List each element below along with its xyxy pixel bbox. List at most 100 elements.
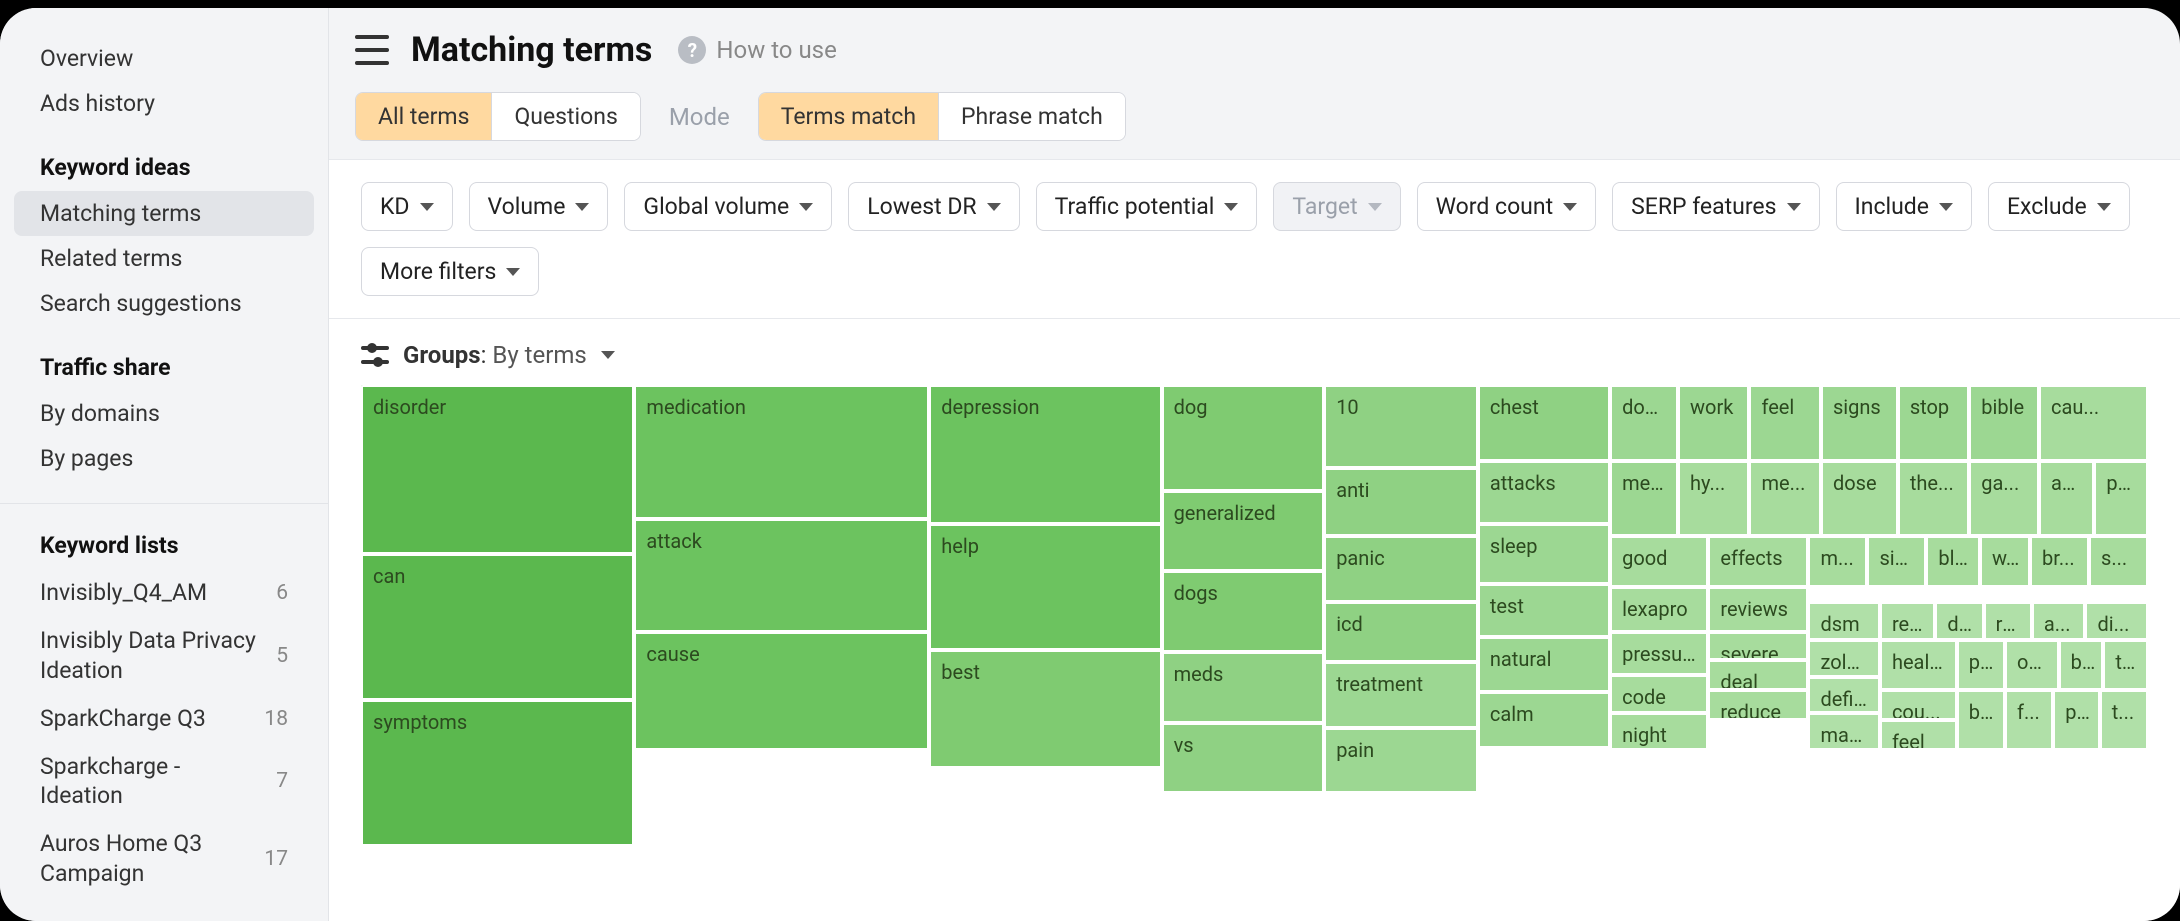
treemap-cell[interactable]: pain	[1324, 728, 1478, 794]
treemap-cell[interactable]: vs	[1162, 723, 1325, 794]
treemap-cell[interactable]: meds	[1162, 652, 1325, 723]
filter-word-count[interactable]: Word count	[1417, 182, 1597, 231]
treemap-cell[interactable]: medication	[634, 385, 929, 519]
treemap-cell[interactable]: symptoms	[361, 700, 634, 846]
treemap-cell[interactable]: lexapro	[1610, 587, 1708, 632]
treemap-cell[interactable]: side	[1867, 536, 1926, 586]
treemap-cell[interactable]: panic	[1324, 536, 1478, 602]
treemap-cell[interactable]: code	[1610, 675, 1708, 713]
treemap-cell[interactable]: w...	[1980, 536, 2030, 586]
treemap-cell[interactable]: b...	[2059, 640, 2104, 690]
how-to-use-link[interactable]: ? How to use	[678, 36, 836, 64]
treemap-cell[interactable]: di...	[1935, 602, 1983, 640]
treemap-cell[interactable]: disorder	[361, 385, 634, 554]
treemap-cell[interactable]: dose	[1821, 461, 1898, 537]
tab-questions[interactable]: Questions	[492, 93, 639, 140]
sidebar-item-by-pages[interactable]: By pages	[0, 436, 328, 481]
treemap-cell[interactable]: defi...	[1808, 677, 1879, 712]
keyword-list-item[interactable]: Auros Home Q3 Campaign 17	[0, 820, 328, 898]
treemap-cell[interactable]: dog	[1162, 385, 1325, 491]
treemap-cell[interactable]: m...	[1808, 536, 1867, 586]
treemap-cell[interactable]: reviews	[1708, 587, 1808, 632]
filter-volume[interactable]: Volume	[469, 182, 609, 231]
filter-serp-features[interactable]: SERP features	[1612, 182, 1819, 231]
treemap-cell[interactable]: generalized	[1162, 491, 1325, 572]
treemap-cell[interactable]: health	[1880, 640, 1957, 690]
treemap-cell[interactable]: natural	[1478, 637, 1610, 692]
treemap-cell[interactable]: me...	[1610, 461, 1678, 537]
keyword-list-item[interactable]: SparkCharge Q3 18	[0, 695, 328, 743]
filter-lowest-dr[interactable]: Lowest DR	[848, 182, 1019, 231]
treemap-cell[interactable]: test	[1478, 584, 1610, 637]
sidebar-item-overview[interactable]: Overview	[0, 36, 328, 81]
filter-target[interactable]: Target	[1273, 182, 1400, 231]
treemap-cell[interactable]: depression	[929, 385, 1161, 524]
treemap-cell[interactable]: anti	[1324, 468, 1478, 536]
keyword-list-item[interactable]: Invisibly_Q4_AM 6	[0, 569, 328, 617]
treemap-cell[interactable]: feel	[1749, 385, 1820, 461]
treemap-cell[interactable]: br...	[2030, 536, 2089, 586]
treemap-cell[interactable]: pressure	[1610, 632, 1708, 675]
treemap-cell[interactable]: deal	[1708, 660, 1808, 690]
treemap-cell[interactable]: reduce	[1708, 690, 1808, 720]
treemap-cell[interactable]: best	[929, 650, 1161, 768]
menu-icon[interactable]	[355, 35, 389, 65]
treemap-cell[interactable]: cause	[634, 632, 929, 750]
treemap-cell[interactable]: cau...	[2039, 385, 2148, 461]
sidebar-item-matching-terms[interactable]: Matching terms	[14, 191, 314, 236]
treemap-cell[interactable]: dsm	[1808, 602, 1879, 640]
treemap-cell[interactable]: help	[929, 524, 1161, 650]
filter-kd[interactable]: KD	[361, 182, 453, 231]
treemap-cell[interactable]: work	[1678, 385, 1749, 461]
treemap-cell[interactable]: re...	[1880, 602, 1935, 640]
treemap-cell[interactable]: attacks	[1478, 461, 1610, 524]
tab-terms-match[interactable]: Terms match	[759, 93, 939, 140]
treemap-cell[interactable]: re...	[1984, 602, 2032, 640]
treemap-cell[interactable]: p...	[1957, 640, 2005, 690]
treemap-cell[interactable]: a...	[2032, 602, 2086, 640]
treemap-cell[interactable]: chest	[1478, 385, 1610, 461]
treemap-cell[interactable]: feel	[1880, 720, 1957, 750]
treemap-cell[interactable]: 10	[1324, 385, 1478, 468]
treemap-cell[interactable]: good	[1610, 536, 1708, 586]
treemap-cell[interactable]: icd	[1324, 602, 1478, 662]
treemap-cell[interactable]: sleep	[1478, 524, 1610, 584]
treemap-cell[interactable]: s...	[2089, 536, 2148, 586]
treemap-cell[interactable]: p...	[2053, 690, 2099, 750]
treemap-cell[interactable]: bible	[1969, 385, 2039, 461]
tab-phrase-match[interactable]: Phrase match	[939, 93, 1125, 140]
treemap-cell[interactable]: calm	[1478, 692, 1610, 747]
keyword-list-item[interactable]: Sparkcharge - Ideation 7	[0, 743, 328, 821]
treemap-cell[interactable]: cou...	[1880, 690, 1957, 720]
treemap-cell[interactable]: the...	[1898, 461, 1969, 537]
treemap-cell[interactable]: severe	[1708, 632, 1808, 660]
treemap-cell[interactable]: dosa...	[1610, 385, 1678, 461]
treemap-cell[interactable]: t...	[2100, 690, 2148, 750]
filter-include[interactable]: Include	[1836, 182, 1972, 231]
treemap-cell[interactable]: di...	[2085, 602, 2148, 640]
treemap-cell[interactable]: me...	[1749, 461, 1820, 537]
groups-header[interactable]: Groups: By terms	[361, 341, 2148, 369]
sidebar-item-ads-history[interactable]: Ads history	[0, 81, 328, 126]
filter-more-filters[interactable]: More filters	[361, 247, 539, 296]
keyword-list-item[interactable]: Invisibly Data Privacy Ideation 5	[0, 617, 328, 695]
treemap-cell[interactable]: adhd	[2039, 461, 2094, 537]
treemap-cell[interactable]: pro...	[2094, 461, 2148, 537]
filter-traffic-potential[interactable]: Traffic potential	[1036, 182, 1258, 231]
treemap-cell[interactable]: f...	[2005, 690, 2053, 750]
treemap-cell[interactable]: dogs	[1162, 571, 1325, 652]
treemap-cell[interactable]: tr...	[2103, 640, 2148, 690]
tab-all-terms[interactable]: All terms	[356, 93, 492, 140]
sidebar-item-search-suggestions[interactable]: Search suggestions	[0, 281, 328, 326]
treemap-cell[interactable]: effects	[1708, 536, 1808, 586]
treemap-cell[interactable]: stop	[1898, 385, 1969, 461]
treemap-cell[interactable]: hy...	[1678, 461, 1749, 537]
treemap-cell[interactable]: attack	[634, 519, 929, 632]
sidebar-item-related-terms[interactable]: Related terms	[0, 236, 328, 281]
treemap-cell[interactable]: bl...	[1926, 536, 1980, 586]
filter-exclude[interactable]: Exclude	[1988, 182, 2130, 231]
filter-global-volume[interactable]: Global volume	[624, 182, 832, 231]
treemap-cell[interactable]: ocd	[2005, 640, 2059, 690]
sidebar-item-by-domains[interactable]: By domains	[0, 391, 328, 436]
treemap-cell[interactable]: treatment	[1324, 662, 1478, 728]
